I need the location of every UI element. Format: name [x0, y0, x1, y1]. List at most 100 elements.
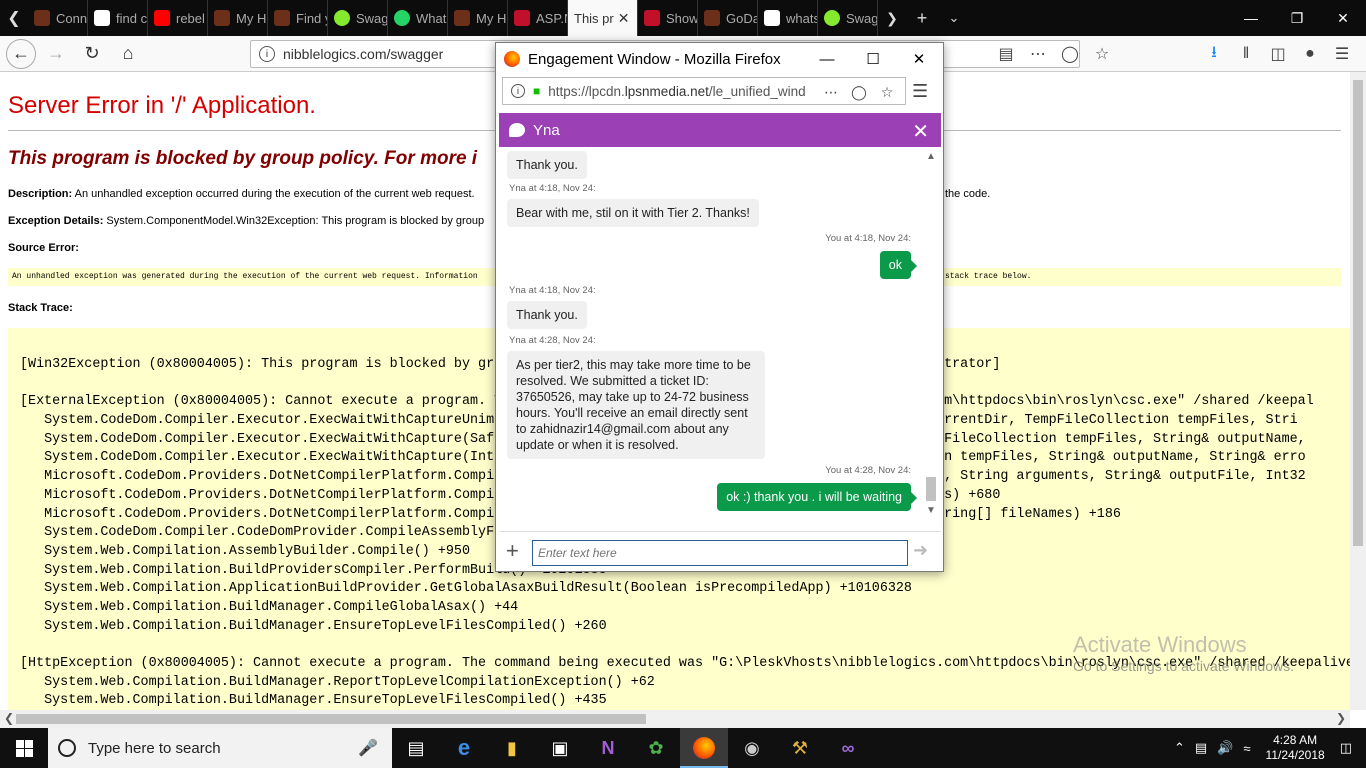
- info-icon[interactable]: i: [511, 84, 525, 98]
- microphone-icon[interactable]: 🎤: [358, 738, 378, 758]
- bookmark-star-icon[interactable]: ☆: [873, 84, 901, 101]
- message-timestamp: Yna at 4:18, Nov 24:: [509, 183, 596, 194]
- chat-scroll-down-icon[interactable]: ▼: [926, 505, 936, 516]
- watermark-text: Go to Settings to activate Windows.: [1073, 658, 1294, 674]
- menu-icon[interactable]: ☰: [1326, 44, 1358, 64]
- h-scroll-thumb[interactable]: [16, 714, 646, 724]
- task-view-icon[interactable]: ▤: [392, 728, 440, 768]
- tray-chevron-icon[interactable]: ⌃: [1174, 740, 1185, 756]
- scroll-thumb[interactable]: [1353, 80, 1363, 546]
- tab-scroll-right-icon[interactable]: ❯: [878, 10, 906, 27]
- attach-plus-icon[interactable]: +: [506, 538, 519, 564]
- scroll-right-icon[interactable]: ❯: [1336, 711, 1346, 725]
- tab-label: Find y: [296, 10, 328, 26]
- terminal-app-icon[interactable]: ✿: [632, 728, 680, 768]
- globe-icon[interactable]: ●: [1294, 45, 1326, 63]
- tab-8[interactable]: ASP.N: [508, 0, 568, 36]
- popup-close-icon[interactable]: ✕: [896, 43, 942, 75]
- edge-icon[interactable]: e: [440, 728, 488, 768]
- volume-icon[interactable]: 🔊: [1217, 740, 1233, 756]
- new-tab-icon[interactable]: +: [906, 8, 938, 29]
- download-icon[interactable]: ⭳: [1198, 41, 1230, 68]
- tab-12[interactable]: whats: [758, 0, 818, 36]
- tab-3[interactable]: My Ho: [208, 0, 268, 36]
- tab-11[interactable]: GoDad: [698, 0, 758, 36]
- tab-label: whats: [786, 10, 818, 26]
- agent-name: Yna: [533, 121, 560, 139]
- page-actions-icon[interactable]: ⋯: [817, 84, 845, 101]
- popup-minimize-icon[interactable]: —: [804, 43, 850, 75]
- page-horizontal-scrollbar[interactable]: ❮ ❯: [0, 710, 1350, 728]
- chat-bubble-icon: [509, 123, 525, 137]
- chat-scrollbar[interactable]: ▲ ▼: [925, 151, 937, 517]
- tab-10[interactable]: Show: [638, 0, 698, 36]
- reload-button[interactable]: ↻: [76, 38, 108, 70]
- scroll-left-icon[interactable]: ❮: [4, 711, 14, 725]
- firefox-icon: [504, 51, 520, 67]
- page-vertical-scrollbar[interactable]: [1350, 72, 1366, 710]
- library-icon[interactable]: ‖: [1230, 45, 1262, 63]
- close-icon[interactable]: ✕: [1320, 0, 1366, 36]
- firefox-taskbar-icon[interactable]: [680, 728, 728, 768]
- taskbar-clock[interactable]: 4:28 AM 11/24/2018: [1266, 733, 1325, 763]
- tools-app-icon[interactable]: ⚒: [776, 728, 824, 768]
- info-icon[interactable]: i: [259, 46, 275, 62]
- minimize-icon[interactable]: —: [1228, 0, 1274, 36]
- window-controls: — ❐ ✕: [1228, 0, 1366, 36]
- tab-label: Swagg: [846, 10, 878, 26]
- tab-9[interactable]: This pr ✕: [568, 0, 638, 36]
- tab-13[interactable]: Swagg: [818, 0, 878, 36]
- tab-scroll-left-icon[interactable]: ❮: [0, 0, 28, 36]
- file-explorer-icon[interactable]: ▮: [488, 728, 536, 768]
- tab-5[interactable]: Swagg: [328, 0, 388, 36]
- error-subtitle: This program is blocked by group policy.…: [8, 148, 478, 169]
- tab-0[interactable]: Conne: [28, 0, 88, 36]
- network-icon[interactable]: ▤: [1195, 740, 1207, 756]
- logo-icon: [274, 10, 290, 26]
- forward-button[interactable]: →: [40, 38, 72, 70]
- popup-menu-icon[interactable]: ☰: [912, 81, 928, 102]
- popup-address-bar[interactable]: i ■ https://lpcdn. lpsnmedia.net/le_unifi…: [502, 77, 906, 105]
- tab-strip: ❮ Conne find cc rebel r My Ho Find y Swagg Wha…: [0, 0, 1366, 36]
- popup-maximize-icon[interactable]: ☐: [850, 43, 896, 75]
- reader-view-icon[interactable]: ▤: [990, 44, 1022, 64]
- message-timestamp: Yna at 4:28, Nov 24:: [509, 335, 596, 346]
- start-button[interactable]: [0, 728, 48, 768]
- swagger-icon: [334, 10, 350, 26]
- pocket-icon[interactable]: ◯: [1054, 44, 1086, 64]
- tab-label: My Ho: [476, 10, 507, 26]
- onenote-icon[interactable]: N: [584, 728, 632, 768]
- tab-label: Swagg: [356, 10, 388, 26]
- chat-close-icon[interactable]: ✕: [912, 119, 929, 144]
- tab-6[interactable]: Whats: [388, 0, 448, 36]
- tab-label: find cc: [116, 10, 148, 26]
- chat-scroll-thumb[interactable]: [926, 477, 936, 501]
- wifi-icon[interactable]: ≈: [1243, 741, 1250, 756]
- pocket-icon[interactable]: ◯: [845, 84, 873, 101]
- tab-close-icon[interactable]: ✕: [618, 10, 630, 27]
- store-icon[interactable]: ▣: [536, 728, 584, 768]
- watermark-title: Activate Windows: [1073, 632, 1247, 657]
- bookmark-star-icon[interactable]: ☆: [1086, 44, 1118, 64]
- chat-scroll-up-icon[interactable]: ▲: [926, 151, 936, 162]
- send-arrow-icon[interactable]: ➜: [913, 540, 928, 561]
- tab-list-chevron-icon[interactable]: ⌄: [938, 10, 970, 26]
- windows-logo-icon: [15, 739, 33, 757]
- tab-7[interactable]: My Ho: [448, 0, 508, 36]
- tab-4[interactable]: Find y: [268, 0, 328, 36]
- asp-icon: [644, 10, 660, 26]
- tab-2[interactable]: rebel r: [148, 0, 208, 36]
- notifications-icon[interactable]: ◫: [1340, 740, 1352, 756]
- description-row: Description: An unhandled exception occu…: [8, 188, 475, 200]
- camera-app-icon[interactable]: ◉: [728, 728, 776, 768]
- home-button[interactable]: ⌂: [112, 38, 144, 70]
- visual-studio-icon[interactable]: ∞: [824, 728, 872, 768]
- sidebar-icon[interactable]: ◫: [1262, 44, 1294, 64]
- chat-message-input[interactable]: [532, 540, 908, 566]
- tab-label: rebel r: [176, 10, 207, 26]
- taskbar-search-box[interactable]: Type here to search 🎤: [48, 728, 392, 768]
- tab-1[interactable]: find cc: [88, 0, 148, 36]
- page-actions-icon[interactable]: ⋯: [1022, 44, 1054, 64]
- restore-icon[interactable]: ❐: [1274, 0, 1320, 36]
- back-button[interactable]: ←: [6, 38, 36, 69]
